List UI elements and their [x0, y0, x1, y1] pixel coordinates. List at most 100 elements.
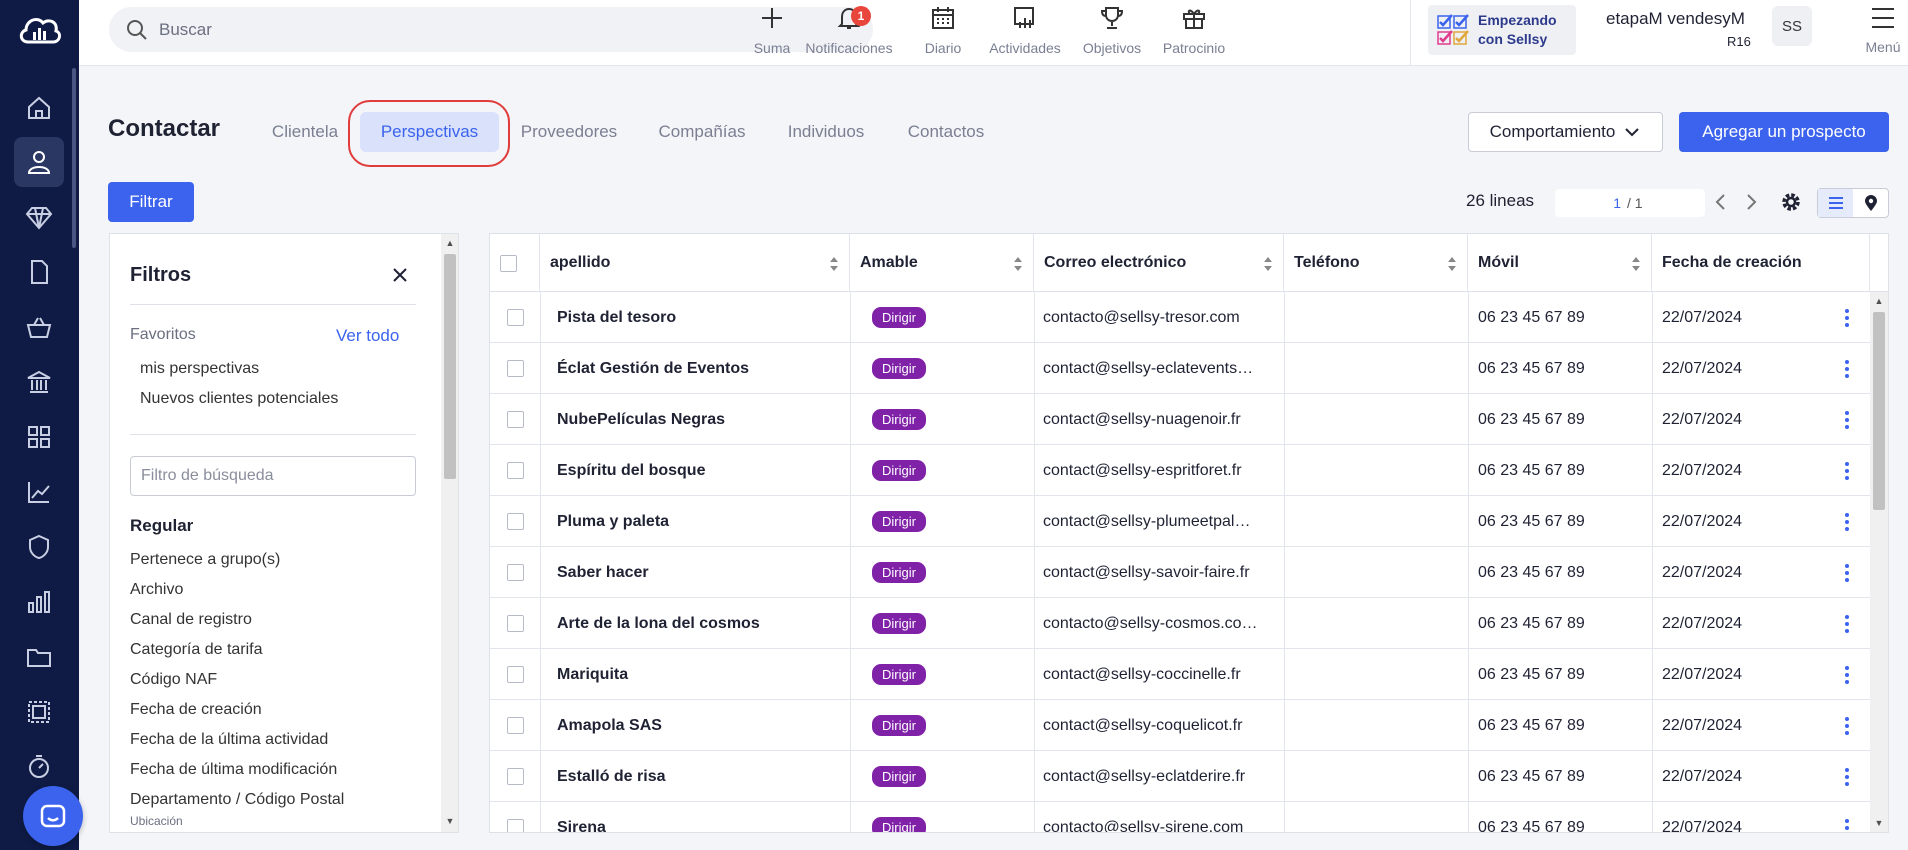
- sort-icon[interactable]: [1631, 256, 1641, 272]
- row-checkbox[interactable]: [506, 768, 524, 785]
- tab-proveedores[interactable]: Proveedores: [516, 112, 622, 152]
- chevron-left-icon[interactable]: [1709, 190, 1733, 214]
- select-all-checkbox[interactable]: [500, 254, 517, 272]
- getting-started-widget[interactable]: Empezando con Sellsy: [1428, 5, 1576, 55]
- tool-sponsorship[interactable]: Patrocinio: [1149, 4, 1239, 60]
- cell-phone[interactable]: [1293, 700, 1463, 751]
- cell-phone[interactable]: [1293, 802, 1463, 832]
- sidebar-item-documents[interactable]: [14, 247, 64, 297]
- table-row[interactable]: Amapola SAS Dirigir contact@sellsy-coqueli…: [490, 700, 1870, 751]
- cell-email[interactable]: contact@sellsy-plumeetpal…: [1043, 496, 1279, 547]
- table-scrollbar-thumb[interactable]: [1873, 312, 1885, 510]
- filters-scrollbar-thumb[interactable]: [444, 254, 456, 479]
- cell-phone[interactable]: [1293, 394, 1463, 445]
- cell-mobile[interactable]: 06 23 45 67 89: [1478, 700, 1648, 751]
- main-menu-button[interactable]: Menú: [1859, 5, 1907, 61]
- filter-item[interactable]: Fecha de creación: [130, 701, 262, 719]
- sidebar-item-reports[interactable]: [14, 577, 64, 627]
- row-checkbox[interactable]: [506, 309, 524, 326]
- table-row[interactable]: Saber hacer Dirigir contact@sellsy-savoir-…: [490, 547, 1870, 598]
- row-checkbox[interactable]: [506, 411, 524, 428]
- gear-icon[interactable]: [1779, 190, 1803, 214]
- row-actions[interactable]: [1835, 649, 1859, 700]
- cell-mobile[interactable]: 06 23 45 67 89: [1478, 649, 1648, 700]
- tool-add[interactable]: Suma: [742, 4, 802, 60]
- row-actions[interactable]: [1835, 394, 1859, 445]
- cell-mobile[interactable]: 06 23 45 67 89: [1478, 292, 1648, 343]
- filter-item[interactable]: Categoría de tarifa: [130, 641, 263, 659]
- sellsy-cloud-logo-icon[interactable]: [16, 12, 62, 48]
- user-name[interactable]: etapaM vendesyM: [1606, 9, 1745, 29]
- filter-item[interactable]: Fecha de última modificación: [130, 761, 337, 779]
- page-current-input[interactable]: 1: [1555, 195, 1621, 211]
- chevron-right-icon[interactable]: [1739, 190, 1763, 214]
- table-row[interactable]: Pista del tesoro Dirigir contacto@sellsy-t…: [490, 292, 1870, 343]
- add-prospect-button[interactable]: Agregar un prospecto: [1679, 112, 1889, 152]
- column-header-created[interactable]: Fecha de creación: [1652, 234, 1870, 292]
- filter-item[interactable]: Código NAF: [130, 671, 217, 689]
- row-actions[interactable]: [1835, 700, 1859, 751]
- row-actions[interactable]: [1835, 802, 1859, 832]
- table-row[interactable]: Mariquita Dirigir contact@sellsy-coccinell…: [490, 649, 1870, 700]
- scroll-down-arrow-icon[interactable]: ▼: [1873, 818, 1885, 828]
- sort-icon[interactable]: [1263, 256, 1273, 272]
- table-row[interactable]: Éclat Gestión de Eventos Dirigir contact@s…: [490, 343, 1870, 394]
- sidebar-item-sales[interactable]: [14, 302, 64, 352]
- table-row[interactable]: Estalló de risa Dirigir contact@sellsy-ecl…: [490, 751, 1870, 802]
- favorite-item[interactable]: mis perspectivas: [140, 360, 259, 378]
- cell-phone[interactable]: [1293, 751, 1463, 802]
- row-actions[interactable]: [1835, 751, 1859, 802]
- cell-email[interactable]: contacto@sellsy-cosmos.co…: [1043, 598, 1279, 649]
- sidebar-scrollbar[interactable]: [72, 68, 76, 248]
- cell-email[interactable]: contact@sellsy-savoir-faire.fr: [1043, 547, 1279, 598]
- avatar[interactable]: SS: [1772, 6, 1812, 46]
- row-checkbox[interactable]: [506, 819, 524, 832]
- row-actions[interactable]: [1835, 547, 1859, 598]
- cell-email[interactable]: contact@sellsy-espritforet.fr: [1043, 445, 1279, 496]
- sidebar-item-security[interactable]: [14, 522, 64, 572]
- close-icon[interactable]: [389, 264, 411, 286]
- table-row[interactable]: Sirena Dirigir contacto@sellsy-sirene.com 0…: [490, 802, 1870, 833]
- table-row[interactable]: Pluma y paleta Dirigir contact@sellsy-plum…: [490, 496, 1870, 547]
- cell-email[interactable]: contact@sellsy-coquelicot.fr: [1043, 700, 1279, 751]
- list-view-button[interactable]: [1818, 189, 1853, 217]
- cell-phone[interactable]: [1293, 649, 1463, 700]
- cell-email[interactable]: contacto@sellsy-tresor.com: [1043, 292, 1279, 343]
- cell-name[interactable]: Estalló de risa: [557, 751, 842, 802]
- cell-mobile[interactable]: 06 23 45 67 89: [1478, 394, 1648, 445]
- sort-icon[interactable]: [1447, 256, 1457, 272]
- chat-support-button[interactable]: [23, 786, 83, 846]
- behavior-dropdown[interactable]: Comportamiento: [1468, 112, 1663, 152]
- table-row[interactable]: Arte de la lona del cosmos Dirigir contact…: [490, 598, 1870, 649]
- cell-email[interactable]: contact@sellsy-eclatevents…: [1043, 343, 1279, 394]
- cell-phone[interactable]: [1293, 496, 1463, 547]
- sort-icon[interactable]: [1013, 256, 1023, 272]
- tab-contactos[interactable]: Contactos: [903, 112, 989, 152]
- column-header-amable[interactable]: Amable: [850, 234, 1034, 292]
- cell-mobile[interactable]: 06 23 45 67 89: [1478, 547, 1648, 598]
- row-actions[interactable]: [1835, 343, 1859, 394]
- cell-name[interactable]: Saber hacer: [557, 547, 842, 598]
- cell-mobile[interactable]: 06 23 45 67 89: [1478, 343, 1648, 394]
- sidebar-item-home[interactable]: [14, 83, 64, 133]
- sort-icon[interactable]: [829, 256, 839, 272]
- see-all-link[interactable]: Ver todo: [336, 326, 399, 346]
- sidebar-item-contacts[interactable]: [14, 137, 64, 187]
- row-actions[interactable]: [1835, 598, 1859, 649]
- filter-item[interactable]: Fecha de la última actividad: [130, 731, 328, 749]
- cell-name[interactable]: Amapola SAS: [557, 700, 842, 751]
- tool-goals[interactable]: Objetivos: [1072, 4, 1152, 60]
- cell-email[interactable]: contacto@sellsy-sirene.com: [1043, 802, 1279, 833]
- cell-mobile[interactable]: 06 23 45 67 89: [1478, 751, 1648, 802]
- cell-email[interactable]: contact@sellsy-coccinelle.fr: [1043, 649, 1279, 700]
- row-checkbox[interactable]: [506, 360, 524, 377]
- cell-phone[interactable]: [1293, 547, 1463, 598]
- row-actions[interactable]: [1835, 292, 1859, 343]
- column-header-apellido[interactable]: apellido: [540, 234, 850, 292]
- search-input[interactable]: [159, 19, 839, 40]
- filter-item[interactable]: Pertenece a grupo(s): [130, 551, 280, 569]
- sidebar-item-apps[interactable]: [14, 412, 64, 462]
- row-checkbox[interactable]: [506, 717, 524, 734]
- cell-phone[interactable]: [1293, 343, 1463, 394]
- cell-email[interactable]: contact@sellsy-eclatderire.fr: [1043, 751, 1279, 802]
